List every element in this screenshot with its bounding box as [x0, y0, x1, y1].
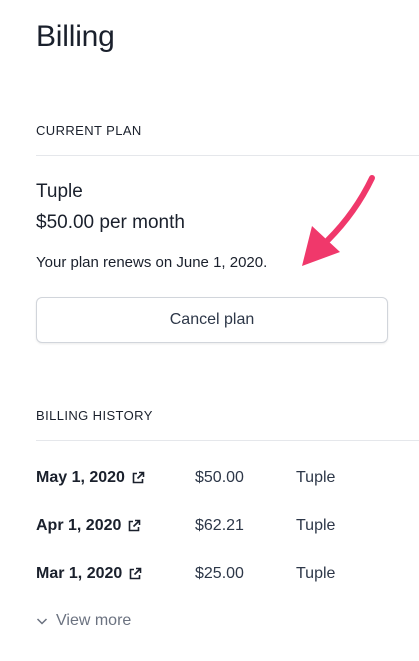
invoice-date: Apr 1, 2020	[36, 517, 122, 534]
history-row: May 1, 2020 $50.00 Tuple	[36, 469, 396, 493]
invoice-amount: $62.21	[195, 517, 244, 534]
invoice-date-link[interactable]: Apr 1, 2020	[36, 517, 141, 535]
annotation-arrow	[302, 175, 375, 266]
page-title: Billing	[36, 20, 115, 53]
billing-history-divider	[36, 440, 419, 441]
invoice-amount: $50.00	[195, 469, 244, 486]
invoice-plan: Tuple	[296, 517, 336, 534]
invoice-plan: Tuple	[296, 565, 336, 582]
plan-renewal-text: Your plan renews on June 1, 2020.	[36, 254, 268, 271]
invoice-date-link[interactable]: Mar 1, 2020	[36, 565, 142, 583]
view-more-button[interactable]: View more	[36, 612, 131, 630]
view-more-label: View more	[56, 612, 132, 629]
plan-price: $50.00 per month	[36, 212, 185, 233]
external-link-icon	[129, 519, 141, 532]
invoice-date-link[interactable]: May 1, 2020	[36, 469, 145, 487]
chevron-down-icon	[36, 618, 48, 625]
current-plan-divider	[36, 155, 419, 156]
invoice-date: May 1, 2020	[36, 469, 125, 486]
history-row: Mar 1, 2020 $25.00 Tuple	[36, 565, 396, 589]
history-row: Apr 1, 2020 $62.21 Tuple	[36, 517, 396, 541]
external-link-icon	[129, 567, 142, 580]
invoice-date: Mar 1, 2020	[36, 565, 123, 582]
cancel-plan-button[interactable]: Cancel plan	[36, 297, 388, 343]
external-link-icon	[132, 471, 145, 484]
plan-name: Tuple	[36, 181, 83, 202]
current-plan-heading: CURRENT PLAN	[36, 123, 142, 138]
invoice-amount: $25.00	[195, 565, 244, 582]
invoice-plan: Tuple	[296, 469, 336, 486]
billing-history-heading: BILLING HISTORY	[36, 408, 153, 423]
